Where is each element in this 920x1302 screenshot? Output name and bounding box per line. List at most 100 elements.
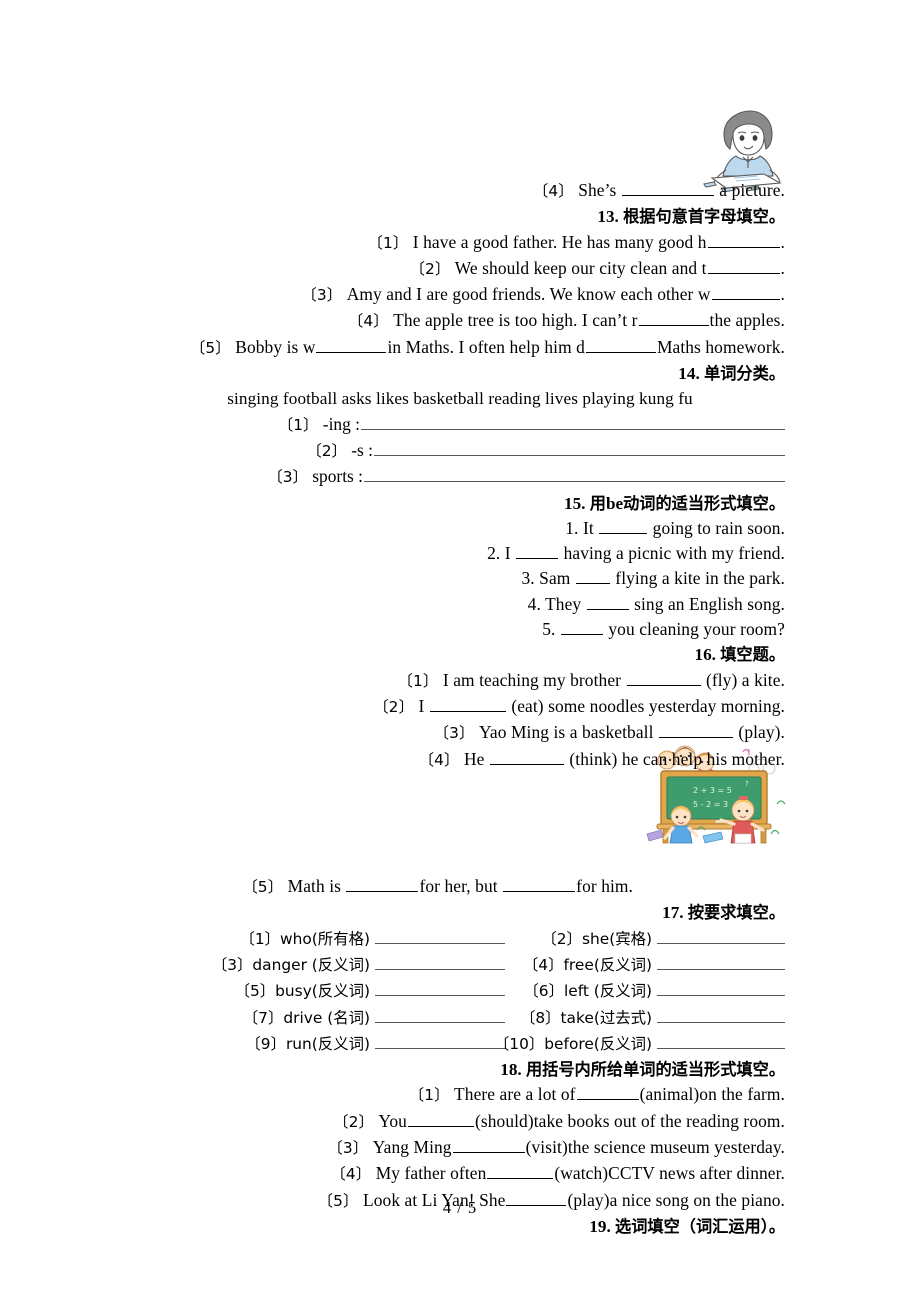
fill-blank[interactable]	[626, 669, 701, 686]
answer-blank[interactable]	[657, 927, 785, 944]
fill-blank[interactable]	[516, 542, 559, 560]
page-number: 4 / 5	[442, 1198, 478, 1217]
fill-blank[interactable]	[638, 309, 709, 327]
question-item: 4. They sing an English song.	[135, 592, 785, 617]
item-text-after: you cleaning your room?	[608, 619, 785, 640]
item-marker: 〔10〕	[493, 1034, 545, 1053]
item-text-after: .	[780, 231, 785, 252]
answer-rule[interactable]	[361, 413, 785, 430]
question-item: 〔3〕 Amy and I are good friends. We know …	[135, 282, 785, 308]
answer-blank[interactable]	[375, 1006, 505, 1023]
grid-cell-right: 〔6〕left (反义词)	[505, 978, 785, 1004]
question-item: 〔3〕 Yao Ming is a basketball (play).	[135, 720, 785, 746]
fill-blank[interactable]	[586, 593, 629, 610]
item-text: left (反义词)	[563, 982, 652, 1001]
item-text-after: .	[780, 284, 785, 305]
item-text-after: (fly) a kite.	[705, 669, 785, 690]
fill-blank[interactable]	[707, 257, 780, 274]
fill-blank[interactable]	[452, 1136, 525, 1153]
item-text-before: I	[418, 695, 425, 716]
fill-blank[interactable]	[658, 721, 733, 739]
section-title: 根据句意首字母填空	[623, 207, 769, 227]
fill-blank[interactable]	[576, 1083, 639, 1101]
grid-cell-left: 〔1〕who(所有格)	[135, 926, 505, 952]
fill-blank[interactable]	[575, 567, 610, 585]
item-marker: 〔5〕	[242, 878, 284, 897]
answer-blank[interactable]	[375, 954, 505, 970]
answer-rule[interactable]	[374, 440, 785, 456]
answer-blank[interactable]	[657, 954, 785, 970]
item-text-before: I have a good father. He has many good h	[412, 231, 707, 252]
section-number: 14.	[678, 364, 700, 384]
item-text: busy(反义词)	[275, 982, 370, 1001]
answer-blank[interactable]	[657, 1033, 785, 1049]
answer-blank[interactable]	[657, 980, 785, 997]
fill-blank[interactable]	[711, 283, 780, 301]
fill-blank[interactable]	[489, 748, 564, 765]
item-text-after: (visit)the science museum yesterday.	[525, 1136, 785, 1157]
item-text-before: She’s	[578, 180, 617, 200]
fill-blank[interactable]	[560, 618, 603, 636]
item-text: free(反义词)	[563, 955, 652, 974]
item-marker: 〔3〕	[301, 286, 343, 305]
item-text-before: Yang Ming	[372, 1136, 452, 1157]
fill-blank[interactable]	[503, 875, 576, 893]
item-text: she(宾格)	[581, 929, 652, 948]
illustration-spacer	[135, 773, 785, 798]
fill-blank[interactable]	[621, 179, 714, 196]
item-text-after: Maths homework.	[656, 336, 785, 357]
fill-blank[interactable]	[346, 875, 419, 893]
fill-blank[interactable]	[407, 1110, 474, 1127]
item-text-before: Yao Ming is a basketball	[478, 722, 654, 743]
section-heading-18: 18. 用括号内所给单词的适当形式填空。	[135, 1057, 785, 1082]
item-marker: 〔4〕	[522, 955, 564, 974]
fill-blank[interactable]	[429, 695, 506, 712]
item-text-before: It	[582, 517, 594, 538]
item-marker: 〔4〕	[347, 312, 389, 331]
fill-blank[interactable]	[585, 336, 656, 353]
requirement-fill-grid: 〔1〕who(所有格) 〔2〕she(宾格) 〔3〕danger (反义词) 〔…	[135, 926, 785, 1057]
question-item: 〔1〕 There are a lot of (animal)on the far…	[135, 1082, 785, 1108]
fill-blank[interactable]	[487, 1162, 554, 1180]
answer-blank[interactable]	[375, 927, 505, 944]
item-text-before: You	[378, 1110, 407, 1131]
item-text-before: My father often	[375, 1163, 487, 1184]
section-number: 19.	[589, 1216, 611, 1236]
grid-row: 〔1〕who(所有格) 〔2〕she(宾格)	[135, 926, 785, 952]
section-number: 18.	[500, 1060, 522, 1080]
grid-cell-right: 〔2〕she(宾格)	[505, 926, 785, 952]
section-title: 单词分类	[704, 364, 769, 384]
item-text-before: I am teaching my brother	[442, 669, 622, 690]
question-item: 5. you cleaning your room?	[135, 617, 785, 642]
item-text-after: the apples.	[709, 310, 785, 331]
question-item: 〔1〕 I have a good father. He has many go…	[135, 230, 785, 256]
question-item: 1. It going to rain soon.	[135, 516, 785, 541]
fill-blank[interactable]	[316, 336, 387, 353]
fill-blank[interactable]	[599, 517, 648, 534]
question-item: 2. I having a picnic with my friend.	[135, 541, 785, 566]
question-item: 〔4〕 He (think) he can help his mother.	[135, 747, 785, 773]
fill-blank[interactable]	[707, 231, 780, 248]
answer-rule[interactable]	[364, 466, 785, 483]
grid-cell-left: 〔5〕busy(反义词)	[135, 978, 505, 1004]
section-heading-17: 17. 按要求填空。	[135, 900, 785, 925]
section-title: 用括号内所给单词的适当形式填空	[526, 1060, 769, 1080]
item-marker: 〔3〕	[433, 724, 475, 743]
item-marker: 〔2〕	[333, 1112, 374, 1131]
grid-row: 〔3〕danger (反义词) 〔4〕free(反义词)	[135, 952, 785, 978]
answer-blank[interactable]	[375, 1033, 505, 1049]
section-heading-13: 13. 根据句意首字母填空。	[135, 204, 785, 229]
question-item: 〔2〕 I (eat) some noodles yesterday morni…	[135, 694, 785, 720]
grid-cell-right: 〔10〕before(反义词)	[494, 1031, 785, 1057]
item-marker: 〔3〕	[327, 1138, 369, 1157]
section-title: 填空题	[720, 645, 769, 665]
item-marker: 〔2〕	[541, 929, 582, 948]
item-text-before: Sam	[539, 568, 571, 589]
item-marker: 〔9〕	[245, 1034, 286, 1053]
item-text: who(所有格)	[280, 929, 370, 948]
answer-blank[interactable]	[375, 980, 505, 997]
item-text-before: Math is	[287, 876, 341, 897]
item-marker: 〔3〕	[267, 468, 308, 487]
answer-blank[interactable]	[657, 1006, 785, 1023]
item-text-before: There are a lot of	[454, 1084, 576, 1105]
